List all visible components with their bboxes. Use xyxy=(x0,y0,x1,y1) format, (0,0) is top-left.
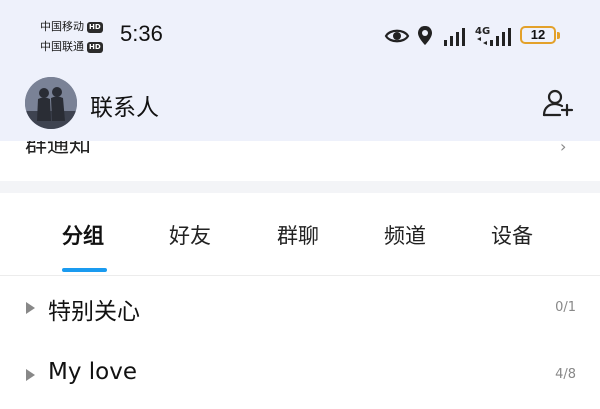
add-contact-icon[interactable] xyxy=(540,86,574,120)
eye-icon xyxy=(384,29,410,43)
group-notifications-row[interactable]: 群通知 › xyxy=(0,141,600,181)
hd-badge: HD xyxy=(87,42,103,53)
group-count: 4/8 xyxy=(555,367,576,382)
tab-group-chats[interactable]: 群聊 xyxy=(277,220,319,250)
4g-signal-icon: 4G xyxy=(475,26,511,46)
network-label: 4G xyxy=(475,26,490,37)
header-area: 中国移动 HD 中国联通 HD 5:36 4G 12 联系人 xyxy=(0,0,600,141)
page-title: 联系人 xyxy=(90,95,159,121)
group-row-special-care[interactable]: 特别关心 0/1 xyxy=(0,276,600,342)
group-count: 0/1 xyxy=(555,300,576,315)
status-bar: 中国移动 HD 中国联通 HD 5:36 4G 12 xyxy=(0,0,600,72)
group-name: 特别关心 xyxy=(48,299,140,325)
group-row-my-love[interactable]: My love 4/8 xyxy=(0,343,600,409)
avatar-image xyxy=(25,77,77,129)
battery-icon: 12 xyxy=(520,26,560,44)
section-divider xyxy=(0,181,600,193)
carrier-1: 中国移动 HD xyxy=(40,20,103,33)
expand-arrow-icon xyxy=(26,302,35,314)
expand-arrow-icon xyxy=(26,369,35,381)
status-time: 5:36 xyxy=(120,21,163,46)
tab-groups[interactable]: 分组 xyxy=(62,220,104,250)
active-tab-indicator xyxy=(62,268,107,272)
group-name: My love xyxy=(48,359,137,385)
tab-channels[interactable]: 频道 xyxy=(384,220,426,250)
group-notifications-label: 群通知 xyxy=(25,141,92,158)
carrier-2: 中国联通 HD xyxy=(40,40,103,53)
user-avatar[interactable] xyxy=(25,77,77,129)
signal-icon xyxy=(444,28,465,46)
location-icon xyxy=(418,26,432,45)
tab-bar: 分组 好友 群聊 频道 设备 xyxy=(0,193,600,276)
tab-devices[interactable]: 设备 xyxy=(491,220,533,250)
chevron-right-icon: › xyxy=(560,141,567,156)
hd-badge: HD xyxy=(87,22,103,33)
tab-friends[interactable]: 好友 xyxy=(169,220,211,250)
